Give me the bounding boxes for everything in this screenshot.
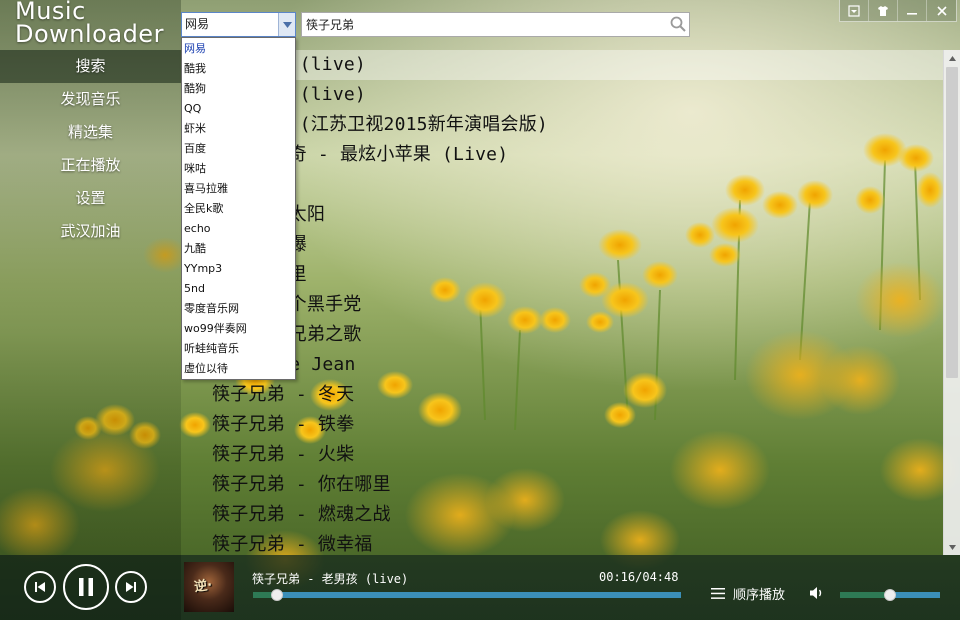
source-option[interactable]: 喜马拉雅 <box>182 179 295 199</box>
scroll-down-button[interactable] <box>944 539 960 555</box>
source-option[interactable]: 咪咕 <box>182 159 295 179</box>
volume-slider[interactable] <box>840 589 940 601</box>
mini-mode-button[interactable] <box>840 0 869 21</box>
mini-mode-icon <box>848 4 860 17</box>
song-row[interactable]: 筷子兄弟 - 冬天 <box>181 380 943 410</box>
sidebar-item-settings[interactable]: 设置 <box>0 182 181 215</box>
chevron-up-icon <box>948 55 956 61</box>
song-row[interactable]: 筷子兄弟 - 火柴 <box>181 440 943 470</box>
progress-bar[interactable] <box>253 589 681 601</box>
song-row[interactable]: 筷子兄弟 - 你在哪里 <box>181 470 943 500</box>
skin-button[interactable] <box>869 0 898 21</box>
progress-handle[interactable] <box>271 589 283 601</box>
scroll-thumb[interactable] <box>946 67 958 378</box>
chevron-down-icon <box>948 544 956 550</box>
search-icon[interactable] <box>669 15 687 33</box>
source-option[interactable]: echo <box>182 219 295 239</box>
minimize-icon <box>907 12 917 15</box>
sidebar-item-collections[interactable]: 精选集 <box>0 116 181 149</box>
chevron-down-icon[interactable] <box>278 13 295 36</box>
song-row[interactable]: 筷子兄弟 - 燃魂之战 <box>181 500 943 530</box>
album-art[interactable]: 逆· <box>184 562 234 612</box>
source-option[interactable]: 酷狗 <box>182 79 295 99</box>
window-controls <box>839 0 957 22</box>
play-pause-button[interactable] <box>63 564 109 610</box>
source-option[interactable]: 5nd <box>182 279 295 299</box>
scroll-up-button[interactable] <box>944 50 960 66</box>
pause-icon <box>79 578 93 596</box>
list-icon <box>711 588 725 599</box>
player-controls <box>0 555 181 620</box>
play-mode-label: 顺序播放 <box>733 588 786 603</box>
source-option[interactable]: 听蛙纯音乐 <box>182 339 295 359</box>
volume-handle[interactable] <box>884 589 896 601</box>
sidebar-item-search[interactable]: 搜索 <box>0 50 181 83</box>
source-option[interactable]: 九酷 <box>182 239 295 259</box>
sidebar-nav: 搜索 发现音乐 精选集 正在播放 设置 武汉加油 <box>0 50 181 248</box>
sidebar: Music Downloader 搜索 发现音乐 精选集 正在播放 设置 武汉加… <box>0 0 181 555</box>
previous-button[interactable] <box>24 571 56 603</box>
player-bar: 逆· 筷子兄弟 - 老男孩 (live) 00:16/04:48 顺序播放 <box>0 555 960 620</box>
song-row[interactable]: 筷子兄弟 - 微幸福 <box>181 530 943 555</box>
sidebar-item-wuhan[interactable]: 武汉加油 <box>0 215 181 248</box>
previous-track-icon <box>35 582 45 592</box>
source-option[interactable]: 网易 <box>182 39 295 59</box>
source-select[interactable]: 网易 <box>181 12 296 37</box>
song-list-scrollbar[interactable] <box>943 50 960 555</box>
source-select-value: 网易 <box>185 17 210 31</box>
close-button[interactable] <box>927 0 956 21</box>
source-option[interactable]: YYmp3 <box>182 259 295 279</box>
song-row[interactable]: 筷子兄弟 - 铁拳 <box>181 410 943 440</box>
logo-line-2: Downloader <box>15 20 164 48</box>
play-mode-button[interactable]: 顺序播放 <box>711 584 785 603</box>
album-art-text: 逆· <box>193 577 214 596</box>
sidebar-item-discover[interactable]: 发现音乐 <box>0 83 181 116</box>
source-option[interactable]: 酷我 <box>182 59 295 79</box>
source-option[interactable]: 百度 <box>182 139 295 159</box>
source-option[interactable]: 虚位以待 <box>182 359 295 379</box>
app-logo: Music Downloader <box>15 0 164 46</box>
source-option[interactable]: 虾米 <box>182 119 295 139</box>
speaker-icon[interactable] <box>809 586 825 600</box>
close-icon <box>936 5 947 16</box>
sidebar-item-now-playing[interactable]: 正在播放 <box>0 149 181 182</box>
source-option[interactable]: 全民k歌 <box>182 199 295 219</box>
time-display: 00:16/04:48 <box>599 570 679 584</box>
search-input[interactable] <box>301 12 690 37</box>
next-button[interactable] <box>115 571 147 603</box>
source-dropdown-list: 网易 酷我 酷狗 QQ 虾米 百度 咪咕 喜马拉雅 全民k歌 echo 九酷 YYmp3 5nd 零度音乐… <box>181 37 296 380</box>
source-option[interactable]: wo99伴奏网 <box>182 319 295 339</box>
minimize-button[interactable] <box>898 0 927 21</box>
next-track-icon <box>126 582 136 592</box>
shirt-icon <box>878 5 888 16</box>
volume-fill <box>840 592 890 598</box>
source-option[interactable]: 零度音乐网 <box>182 299 295 319</box>
now-playing-title: 筷子兄弟 - 老男孩 (live) <box>252 572 409 586</box>
source-option[interactable]: QQ <box>182 99 295 119</box>
